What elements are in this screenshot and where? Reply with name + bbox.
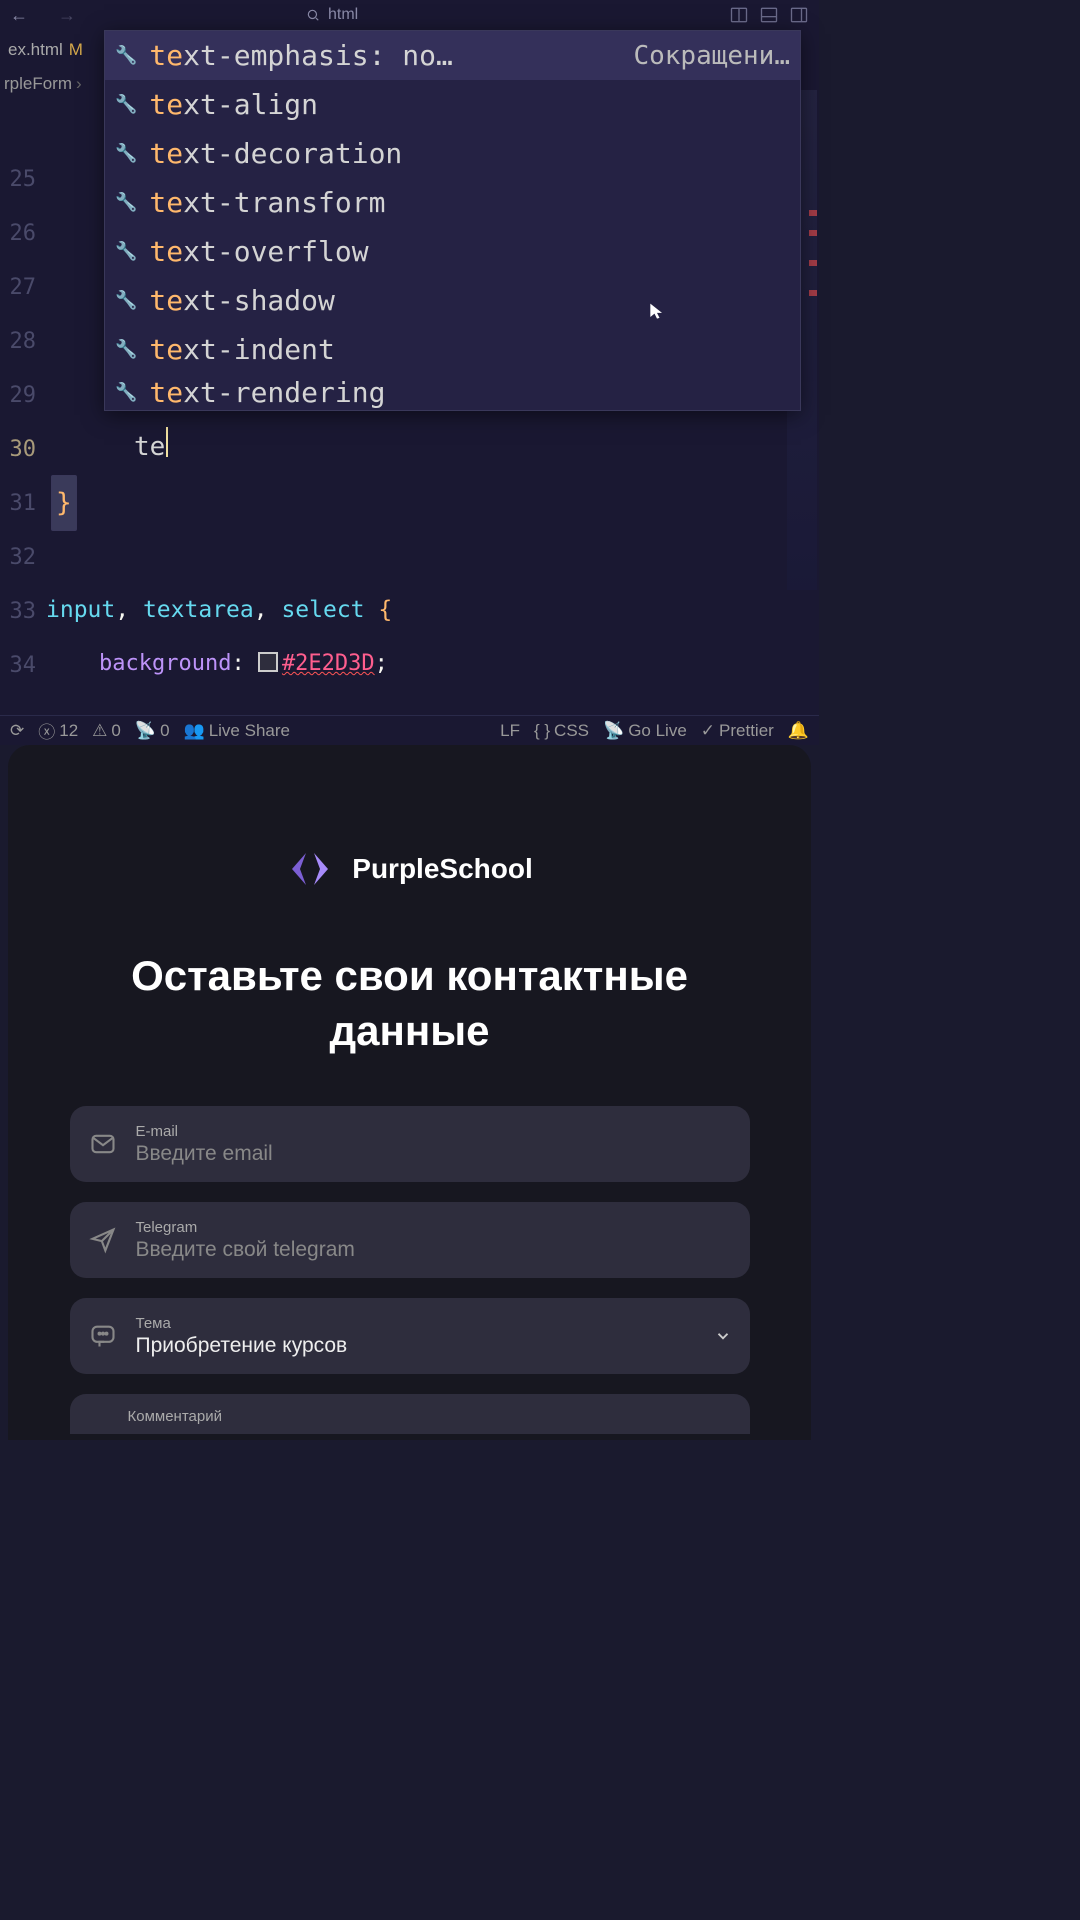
code-bottom: input, textarea, select { background: #2… bbox=[46, 583, 799, 691]
email-field[interactable]: E-mail Введите email bbox=[70, 1106, 750, 1182]
prettier-button[interactable]: ✓ Prettier bbox=[701, 721, 774, 741]
autocomplete-hint: Сокращени… bbox=[633, 41, 790, 71]
field-placeholder: Введите свой telegram bbox=[136, 1238, 732, 1262]
line-number: 33 bbox=[0, 585, 36, 639]
layout-controls bbox=[729, 5, 809, 25]
layout-split-icon[interactable] bbox=[729, 5, 749, 25]
select-value: Приобретение курсов bbox=[136, 1334, 696, 1358]
line-number: 25 bbox=[0, 153, 36, 207]
line-number: 29 bbox=[0, 369, 36, 423]
wrench-icon: 🔧 bbox=[115, 382, 137, 403]
chevron-down-icon bbox=[714, 1327, 732, 1345]
code-line-33: input, textarea, select { bbox=[46, 583, 799, 637]
line-number: 34 bbox=[0, 639, 36, 693]
field-label: Telegram bbox=[136, 1219, 732, 1236]
code-editor: ← → html ex.html M rpleForm › 25 26 27 2… bbox=[0, 0, 819, 745]
nav-forward-icon[interactable]: → bbox=[58, 5, 76, 26]
autocomplete-item[interactable]: 🔧 text-transform bbox=[105, 178, 800, 227]
wrench-icon: 🔧 bbox=[115, 241, 137, 262]
field-label: Тема bbox=[136, 1315, 696, 1332]
breadcrumb-item: rpleForm bbox=[4, 74, 72, 94]
message-icon bbox=[88, 1321, 118, 1351]
code-line-34: background: #2E2D3D; bbox=[46, 637, 799, 691]
mail-icon bbox=[88, 1129, 118, 1159]
wrench-icon: 🔧 bbox=[115, 339, 137, 360]
closing-brace: } bbox=[51, 475, 77, 531]
tab-filename: ex.html bbox=[8, 40, 63, 60]
autocomplete-popup: 🔧 text-emphasis: no… Сокращени… 🔧 text-a… bbox=[104, 30, 801, 411]
telegram-field[interactable]: Telegram Введите свой telegram bbox=[70, 1202, 750, 1278]
language-mode[interactable]: { } CSS bbox=[534, 721, 589, 741]
field-label: Комментарий bbox=[128, 1408, 222, 1425]
status-bar: ⟳ ⓧ 12 ⚠ 0 📡 0 👥 Live Share LF { } CSS 📡… bbox=[0, 715, 819, 745]
autocomplete-item[interactable]: 🔧 text-align bbox=[105, 80, 800, 129]
autocomplete-item[interactable]: 🔧 text-rendering bbox=[105, 374, 800, 410]
autocomplete-item[interactable]: 🔧 text-decoration bbox=[105, 129, 800, 178]
wrench-icon: 🔧 bbox=[115, 290, 137, 311]
color-swatch-icon[interactable] bbox=[258, 652, 278, 672]
line-number: 31 bbox=[0, 477, 36, 531]
autocomplete-item[interactable]: 🔧 text-overflow bbox=[105, 227, 800, 276]
page-preview: PurpleSchool Оставьте свои контактные да… bbox=[8, 745, 811, 1440]
layout-panel-icon[interactable] bbox=[759, 5, 779, 25]
send-icon bbox=[88, 1225, 118, 1255]
line-number: 27 bbox=[0, 261, 36, 315]
bell-icon[interactable]: 🔔 bbox=[788, 721, 809, 741]
line-number: 32 bbox=[0, 531, 36, 585]
tab-index-html[interactable]: ex.html M bbox=[2, 36, 89, 64]
line-ending[interactable]: LF bbox=[500, 721, 520, 741]
search-text: html bbox=[328, 6, 358, 24]
field-placeholder: Введите email bbox=[136, 1142, 732, 1166]
line-number: 28 bbox=[0, 315, 36, 369]
wrench-icon: 🔧 bbox=[115, 143, 137, 164]
page-title: Оставьте свои контактные данные bbox=[50, 949, 770, 1058]
typed-text: te bbox=[134, 420, 168, 474]
errors-counter[interactable]: ⓧ 12 bbox=[38, 718, 78, 743]
liveshare-button[interactable]: 👥 Live Share bbox=[184, 721, 290, 741]
autocomplete-item[interactable]: 🔧 text-indent bbox=[105, 325, 800, 374]
line-number-active: 30 bbox=[0, 423, 36, 477]
brand-logo: PurpleSchool bbox=[286, 845, 532, 893]
line-gutter: 25 26 27 28 29 30 31 32 33 34 bbox=[0, 98, 46, 698]
autocomplete-item[interactable]: 🔧 text-emphasis: no… Сокращени… bbox=[105, 31, 800, 80]
nav-back-icon[interactable]: ← bbox=[10, 5, 28, 26]
mouse-cursor-icon bbox=[647, 302, 667, 322]
brand-name: PurpleSchool bbox=[352, 853, 532, 885]
warnings-counter[interactable]: ⚠ 0 bbox=[92, 721, 121, 741]
command-search[interactable]: html bbox=[306, 6, 358, 24]
editor-top-bar: ← → html bbox=[0, 0, 819, 30]
wrench-icon: 🔧 bbox=[115, 192, 137, 213]
layout-sidebar-icon[interactable] bbox=[789, 5, 809, 25]
logo-icon bbox=[286, 845, 334, 893]
golive-button[interactable]: 📡 Go Live bbox=[603, 721, 687, 741]
wrench-icon: 🔧 bbox=[115, 94, 137, 115]
comment-field[interactable]: Комментарий bbox=[70, 1394, 750, 1434]
field-label: E-mail bbox=[136, 1123, 732, 1140]
radio-icon[interactable]: 📡 0 bbox=[135, 721, 170, 741]
topic-select[interactable]: Тема Приобретение курсов bbox=[70, 1298, 750, 1374]
line-number: 26 bbox=[0, 207, 36, 261]
autocomplete-item[interactable]: 🔧 text-shadow bbox=[105, 276, 800, 325]
contact-form: E-mail Введите email Telegram Введите св… bbox=[70, 1106, 750, 1434]
breadcrumb-sep: › bbox=[76, 74, 82, 94]
sync-icon[interactable]: ⟳ bbox=[10, 721, 24, 741]
tab-modified-marker: M bbox=[69, 40, 83, 60]
wrench-icon: 🔧 bbox=[115, 45, 137, 66]
